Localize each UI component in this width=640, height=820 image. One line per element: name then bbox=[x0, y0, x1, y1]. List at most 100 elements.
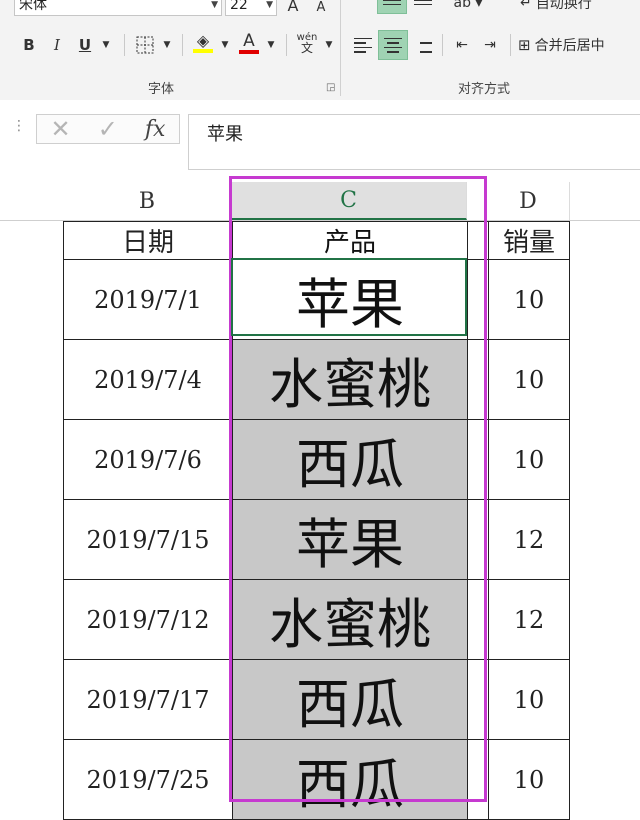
italic-button[interactable]: I bbox=[46, 32, 68, 58]
wrap-text-button[interactable]: ↵ 自动换行 bbox=[520, 0, 630, 14]
font-group-label: 字体 bbox=[148, 82, 175, 97]
increase-indent-icon: ⇥ bbox=[484, 37, 496, 53]
wrap-text-icon: ↵ bbox=[520, 0, 532, 11]
align-center-icon bbox=[384, 37, 402, 53]
phonetic-guide-button[interactable]: wén 文 bbox=[294, 30, 320, 56]
font-size-select[interactable]: 22 ▼ bbox=[225, 0, 277, 16]
gap-cell bbox=[467, 739, 489, 820]
ribbon: 宋体 ▼ 22 ▼ A A ab ▾ ↵ 自动换行 B I U ▼ ▼ ◈ ▼ … bbox=[0, 0, 640, 101]
cell-sales[interactable]: 10 bbox=[488, 419, 570, 500]
chevron-down-icon[interactable]: ▼ bbox=[98, 32, 114, 58]
paint-bucket-icon: ◈ bbox=[196, 31, 210, 50]
header-cell-date[interactable]: 日期 bbox=[63, 221, 233, 260]
header-cell-product[interactable]: 产品 bbox=[232, 221, 468, 260]
font-color-button[interactable]: A bbox=[236, 30, 262, 56]
bold-button[interactable]: B bbox=[18, 32, 40, 58]
cell-date[interactable]: 2019/7/6 bbox=[63, 419, 233, 500]
table-row: 2019/7/6 西瓜 10 bbox=[63, 419, 570, 500]
gap-cell bbox=[467, 339, 489, 420]
table-row: 2019/7/25 西瓜 10 bbox=[63, 739, 570, 820]
cell-product[interactable]: 苹果 bbox=[232, 259, 468, 340]
shrink-font-button[interactable]: A bbox=[310, 0, 332, 20]
cell-product[interactable]: 西瓜 bbox=[232, 419, 468, 500]
chevron-down-icon[interactable]: ▼ bbox=[218, 32, 232, 58]
cell-product[interactable]: 水蜜桃 bbox=[232, 579, 468, 660]
table-header-row: 日期 产品 销量 bbox=[63, 221, 570, 260]
orientation-button[interactable]: ab ▾ bbox=[450, 0, 486, 14]
grow-font-button[interactable]: A bbox=[282, 0, 304, 18]
table-row: 2019/7/12 水蜜桃 12 bbox=[63, 579, 570, 660]
merge-center-button[interactable]: ⊞ 合并后居中 bbox=[518, 32, 638, 58]
data-table: 日期 产品 销量 2019/7/1 苹果 10 2019/7/4 水蜜桃 10 … bbox=[63, 221, 570, 820]
column-header-b[interactable]: B bbox=[63, 182, 232, 220]
insert-function-icon[interactable]: fx bbox=[145, 117, 166, 142]
gap-cell bbox=[467, 579, 489, 660]
gap-cell bbox=[467, 259, 489, 340]
borders-button[interactable] bbox=[132, 32, 158, 58]
cell-sales[interactable]: 10 bbox=[488, 659, 570, 740]
merge-center-label: 合并后居中 bbox=[534, 38, 605, 54]
font-name-value: 宋体 bbox=[19, 0, 47, 13]
align-right-button[interactable] bbox=[410, 32, 436, 58]
cell-product[interactable]: 西瓜 bbox=[232, 739, 468, 820]
fill-color-swatch bbox=[193, 49, 213, 53]
increase-indent-button[interactable]: ⇥ bbox=[478, 32, 502, 58]
align-bottom-button[interactable] bbox=[410, 0, 436, 14]
cell-product[interactable]: 苹果 bbox=[232, 499, 468, 580]
header-cell-sales[interactable]: 销量 bbox=[488, 221, 570, 260]
font-color-icon: A bbox=[243, 30, 255, 51]
enter-icon[interactable]: ✓ bbox=[98, 115, 118, 143]
more-options-icon[interactable]: ⋮ bbox=[12, 118, 26, 134]
align-bottom-icon bbox=[414, 0, 432, 5]
chevron-down-icon: ▼ bbox=[211, 0, 218, 10]
cancel-icon[interactable]: ✕ bbox=[51, 115, 71, 143]
cell-sales[interactable]: 12 bbox=[488, 499, 570, 580]
cell-date[interactable]: 2019/7/25 bbox=[63, 739, 233, 820]
align-middle-button[interactable] bbox=[377, 0, 407, 14]
ribbon-separator bbox=[510, 34, 511, 56]
chevron-down-icon[interactable]: ▼ bbox=[264, 32, 278, 58]
align-middle-icon bbox=[383, 0, 401, 5]
align-left-button[interactable] bbox=[350, 32, 376, 58]
font-dialog-launcher-icon[interactable]: ◲ bbox=[326, 82, 335, 93]
merge-icon: ⊞ bbox=[518, 36, 531, 54]
alignment-group-label: 对齐方式 bbox=[458, 82, 511, 97]
column-header-gap bbox=[467, 182, 487, 220]
ribbon-divider bbox=[340, 0, 341, 96]
formula-input[interactable]: 苹果 bbox=[188, 114, 640, 170]
orientation-icon: ab ▾ bbox=[453, 0, 483, 11]
decrease-indent-icon: ⇤ bbox=[456, 37, 468, 53]
ribbon-separator bbox=[182, 34, 183, 56]
gap-cell bbox=[467, 419, 489, 500]
cell-date[interactable]: 2019/7/17 bbox=[63, 659, 233, 740]
underline-button[interactable]: U bbox=[74, 32, 96, 58]
table-row: 2019/7/15 苹果 12 bbox=[63, 499, 570, 580]
cell-date[interactable]: 2019/7/4 bbox=[63, 339, 233, 420]
font-name-select[interactable]: 宋体 ▼ bbox=[14, 0, 222, 16]
cell-sales[interactable]: 10 bbox=[488, 259, 570, 340]
chevron-down-icon[interactable]: ▼ bbox=[160, 32, 174, 58]
font-size-value: 22 bbox=[230, 0, 248, 13]
cell-date[interactable]: 2019/7/1 bbox=[63, 259, 233, 340]
ribbon-separator bbox=[286, 34, 287, 56]
cell-sales[interactable]: 10 bbox=[488, 339, 570, 420]
fill-color-button[interactable]: ◈ bbox=[190, 30, 216, 56]
cell-date[interactable]: 2019/7/15 bbox=[63, 499, 233, 580]
column-header-c[interactable]: C bbox=[231, 182, 467, 220]
cell-sales[interactable]: 10 bbox=[488, 739, 570, 820]
phonetic-bottom-text: 文 bbox=[300, 41, 313, 55]
ribbon-separator bbox=[442, 34, 443, 56]
gap-cell bbox=[467, 499, 489, 580]
cell-date[interactable]: 2019/7/12 bbox=[63, 579, 233, 660]
column-header-d[interactable]: D bbox=[487, 182, 570, 220]
cell-sales[interactable]: 12 bbox=[488, 579, 570, 660]
cell-product[interactable]: 西瓜 bbox=[232, 659, 468, 740]
decrease-indent-button[interactable]: ⇤ bbox=[450, 32, 474, 58]
table-row: 2019/7/17 西瓜 10 bbox=[63, 659, 570, 740]
gap-cell bbox=[467, 221, 489, 260]
ribbon-separator bbox=[124, 34, 125, 56]
wrap-text-label: 自动换行 bbox=[535, 0, 592, 12]
align-center-button[interactable] bbox=[378, 30, 408, 60]
chevron-down-icon[interactable]: ▼ bbox=[322, 32, 336, 58]
cell-product[interactable]: 水蜜桃 bbox=[232, 339, 468, 420]
